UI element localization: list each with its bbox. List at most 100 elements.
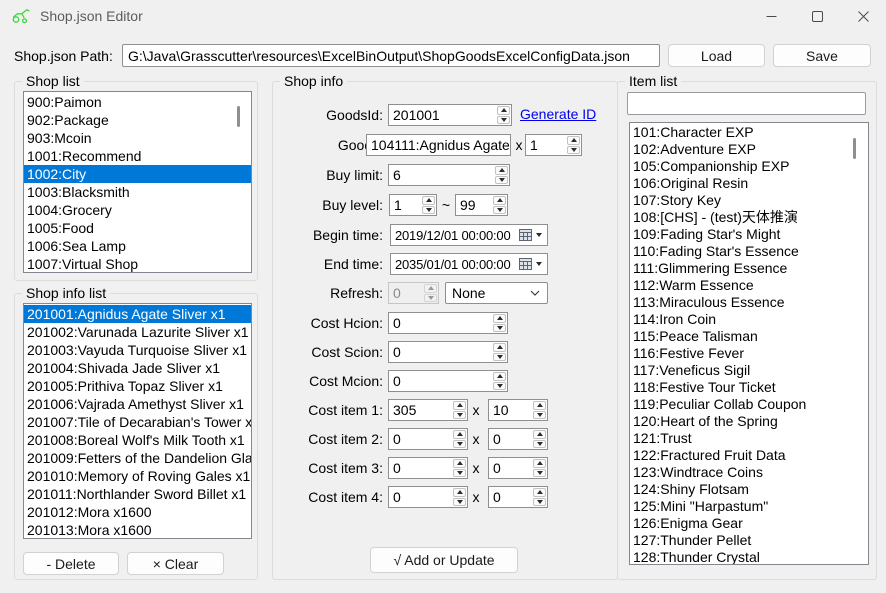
list-item[interactable]: 116:Festive Fever bbox=[630, 345, 868, 362]
spin-up-icon[interactable] bbox=[453, 459, 466, 468]
buy-level-min-spinner[interactable]: 1 bbox=[389, 194, 437, 216]
list-item[interactable]: 201006:Vajrada Amethyst Sliver x1 bbox=[24, 395, 251, 413]
close-button[interactable] bbox=[840, 0, 886, 32]
spin-down-icon[interactable] bbox=[493, 324, 506, 333]
spin-up-icon[interactable] bbox=[567, 136, 580, 145]
list-item[interactable]: 1003:Blacksmith bbox=[24, 183, 251, 201]
spin-up-icon[interactable] bbox=[495, 166, 508, 175]
list-item[interactable]: 902:Package bbox=[24, 111, 251, 129]
cost-item-2-count-value[interactable]: 0 bbox=[489, 429, 532, 449]
list-item[interactable]: 201005:Prithiva Topaz Sliver x1 bbox=[24, 377, 251, 395]
begin-time-value[interactable]: 2019/12/01 00:00:00 bbox=[391, 228, 519, 243]
cost-item-2-id-value[interactable]: 0 bbox=[389, 429, 452, 449]
spin-up-icon[interactable] bbox=[453, 430, 466, 439]
list-item[interactable]: 124:Shiny Flotsam bbox=[630, 481, 868, 498]
spin-up-icon[interactable] bbox=[533, 459, 546, 468]
item-listbox[interactable]: 101:Character EXP102:Adventure EXP105:Co… bbox=[629, 122, 869, 565]
cost-hcion-value[interactable]: 0 bbox=[389, 313, 492, 333]
list-item[interactable]: 1007:Virtual Shop bbox=[24, 255, 251, 273]
spin-up-icon[interactable] bbox=[493, 343, 506, 352]
list-item[interactable]: 109:Fading Star's Might bbox=[630, 226, 868, 243]
list-item[interactable]: 110:Fading Star's Essence bbox=[630, 243, 868, 260]
list-item[interactable]: 201009:Fetters of the Dandelion Gladiato bbox=[24, 449, 251, 467]
spin-down-icon[interactable] bbox=[495, 176, 508, 185]
add-or-update-button[interactable]: √ Add or Update bbox=[370, 547, 518, 573]
list-item[interactable]: 121:Trust bbox=[630, 430, 868, 447]
list-item[interactable]: 1004:Grocery bbox=[24, 201, 251, 219]
spin-up-icon[interactable] bbox=[533, 488, 546, 497]
list-item[interactable]: 126:Enigma Gear bbox=[630, 515, 868, 532]
scrollbar-thumb[interactable] bbox=[237, 106, 240, 127]
dropdown-arrow-icon[interactable] bbox=[536, 233, 542, 237]
list-item[interactable]: 201007:Tile of Decarabian's Tower x1 bbox=[24, 413, 251, 431]
cost-item-1-id-spinner[interactable]: 305 bbox=[388, 399, 468, 421]
list-item[interactable]: 105:Companionship EXP bbox=[630, 158, 868, 175]
item-search-input[interactable] bbox=[627, 92, 866, 115]
calendar-icon[interactable] bbox=[519, 229, 532, 241]
spin-up-icon[interactable] bbox=[453, 488, 466, 497]
begin-time-picker[interactable]: 2019/12/01 00:00:00 bbox=[390, 224, 548, 246]
spin-down-icon[interactable] bbox=[533, 498, 546, 507]
list-item[interactable]: 114:Iron Coin bbox=[630, 311, 868, 328]
clear-button[interactable]: × Clear bbox=[127, 552, 224, 575]
end-time-value[interactable]: 2035/01/01 00:00:00 bbox=[391, 257, 519, 272]
cost-item-4-count-spinner[interactable]: 0 bbox=[488, 486, 548, 508]
list-item[interactable]: 125:Mini "Harpastum" bbox=[630, 498, 868, 515]
spin-down-icon[interactable] bbox=[533, 411, 546, 420]
list-item[interactable]: 201011:Northlander Sword Billet x1 bbox=[24, 485, 251, 503]
goods-count-value[interactable]: 1 bbox=[526, 135, 566, 155]
refresh-mode-value[interactable]: None bbox=[446, 285, 530, 301]
list-item[interactable]: 1001:Recommend bbox=[24, 147, 251, 165]
list-item[interactable]: 117:Veneficus Sigil bbox=[630, 362, 868, 379]
list-item[interactable]: 118:Festive Tour Ticket bbox=[630, 379, 868, 396]
spin-up-icon[interactable] bbox=[453, 401, 466, 410]
save-button[interactable]: Save bbox=[773, 44, 871, 67]
end-time-picker[interactable]: 2035/01/01 00:00:00 bbox=[390, 253, 548, 275]
spin-down-icon[interactable] bbox=[533, 469, 546, 478]
list-item[interactable]: 201010:Memory of Roving Gales x1 bbox=[24, 467, 251, 485]
cost-item-1-id-value[interactable]: 305 bbox=[389, 400, 452, 420]
spin-up-icon[interactable] bbox=[493, 372, 506, 381]
spin-down-icon[interactable] bbox=[533, 440, 546, 449]
list-item[interactable]: 113:Miraculous Essence bbox=[630, 294, 868, 311]
cost-item-3-id-value[interactable]: 0 bbox=[389, 458, 452, 478]
shop-info-listbox[interactable]: 201001:Agnidus Agate Sliver x1201002:Var… bbox=[23, 303, 252, 539]
list-item[interactable]: 112:Warm Essence bbox=[630, 277, 868, 294]
buy-level-max-spinner[interactable]: 99 bbox=[455, 194, 508, 216]
list-item[interactable]: 119:Peculiar Collab Coupon bbox=[630, 396, 868, 413]
buy-limit-spinner[interactable]: 6 bbox=[388, 164, 510, 186]
list-item[interactable]: 1002:City bbox=[24, 165, 251, 183]
cost-item-2-id-spinner[interactable]: 0 bbox=[388, 428, 468, 450]
cost-item-3-id-spinner[interactable]: 0 bbox=[388, 457, 468, 479]
refresh-mode-combobox[interactable]: None bbox=[445, 282, 548, 304]
goods-count-spinner[interactable]: 1 bbox=[525, 134, 582, 156]
list-item[interactable]: 903:Mcoin bbox=[24, 129, 251, 147]
spin-down-icon[interactable] bbox=[493, 353, 506, 362]
list-item[interactable]: 201012:Mora x1600 bbox=[24, 503, 251, 521]
cost-item-2-count-spinner[interactable]: 0 bbox=[488, 428, 548, 450]
spin-up-icon[interactable] bbox=[533, 401, 546, 410]
list-item[interactable]: 123:Windtrace Coins bbox=[630, 464, 868, 481]
cost-scion-spinner[interactable]: 0 bbox=[388, 341, 508, 363]
cost-item-4-count-value[interactable]: 0 bbox=[489, 487, 532, 507]
spin-up-icon[interactable] bbox=[493, 196, 506, 205]
spin-up-icon[interactable] bbox=[422, 196, 435, 205]
spin-up-icon[interactable] bbox=[497, 106, 510, 115]
goods-input[interactable]: 104111:Agnidus Agate S bbox=[366, 134, 511, 156]
buy-limit-value[interactable]: 6 bbox=[389, 165, 494, 185]
spin-down-icon[interactable] bbox=[453, 440, 466, 449]
spin-down-icon[interactable] bbox=[422, 206, 435, 215]
spin-down-icon[interactable] bbox=[453, 469, 466, 478]
list-item[interactable]: 108:[CHS] - (test)天体推演 bbox=[630, 209, 868, 226]
list-item[interactable]: 106:Original Resin bbox=[630, 175, 868, 192]
shop-listbox[interactable]: 900:Paimon902:Package903:Mcoin1001:Recom… bbox=[23, 91, 252, 273]
spin-down-icon[interactable] bbox=[453, 411, 466, 420]
spin-down-icon[interactable] bbox=[497, 116, 510, 125]
spin-down-icon[interactable] bbox=[493, 206, 506, 215]
cost-scion-value[interactable]: 0 bbox=[389, 342, 492, 362]
buy-level-max-value[interactable]: 99 bbox=[456, 195, 492, 215]
cost-mcion-value[interactable]: 0 bbox=[389, 371, 492, 391]
list-item[interactable]: 102:Adventure EXP bbox=[630, 141, 868, 158]
generate-id-link[interactable]: Generate ID bbox=[520, 106, 596, 122]
list-item[interactable]: 127:Thunder Pellet bbox=[630, 532, 868, 549]
